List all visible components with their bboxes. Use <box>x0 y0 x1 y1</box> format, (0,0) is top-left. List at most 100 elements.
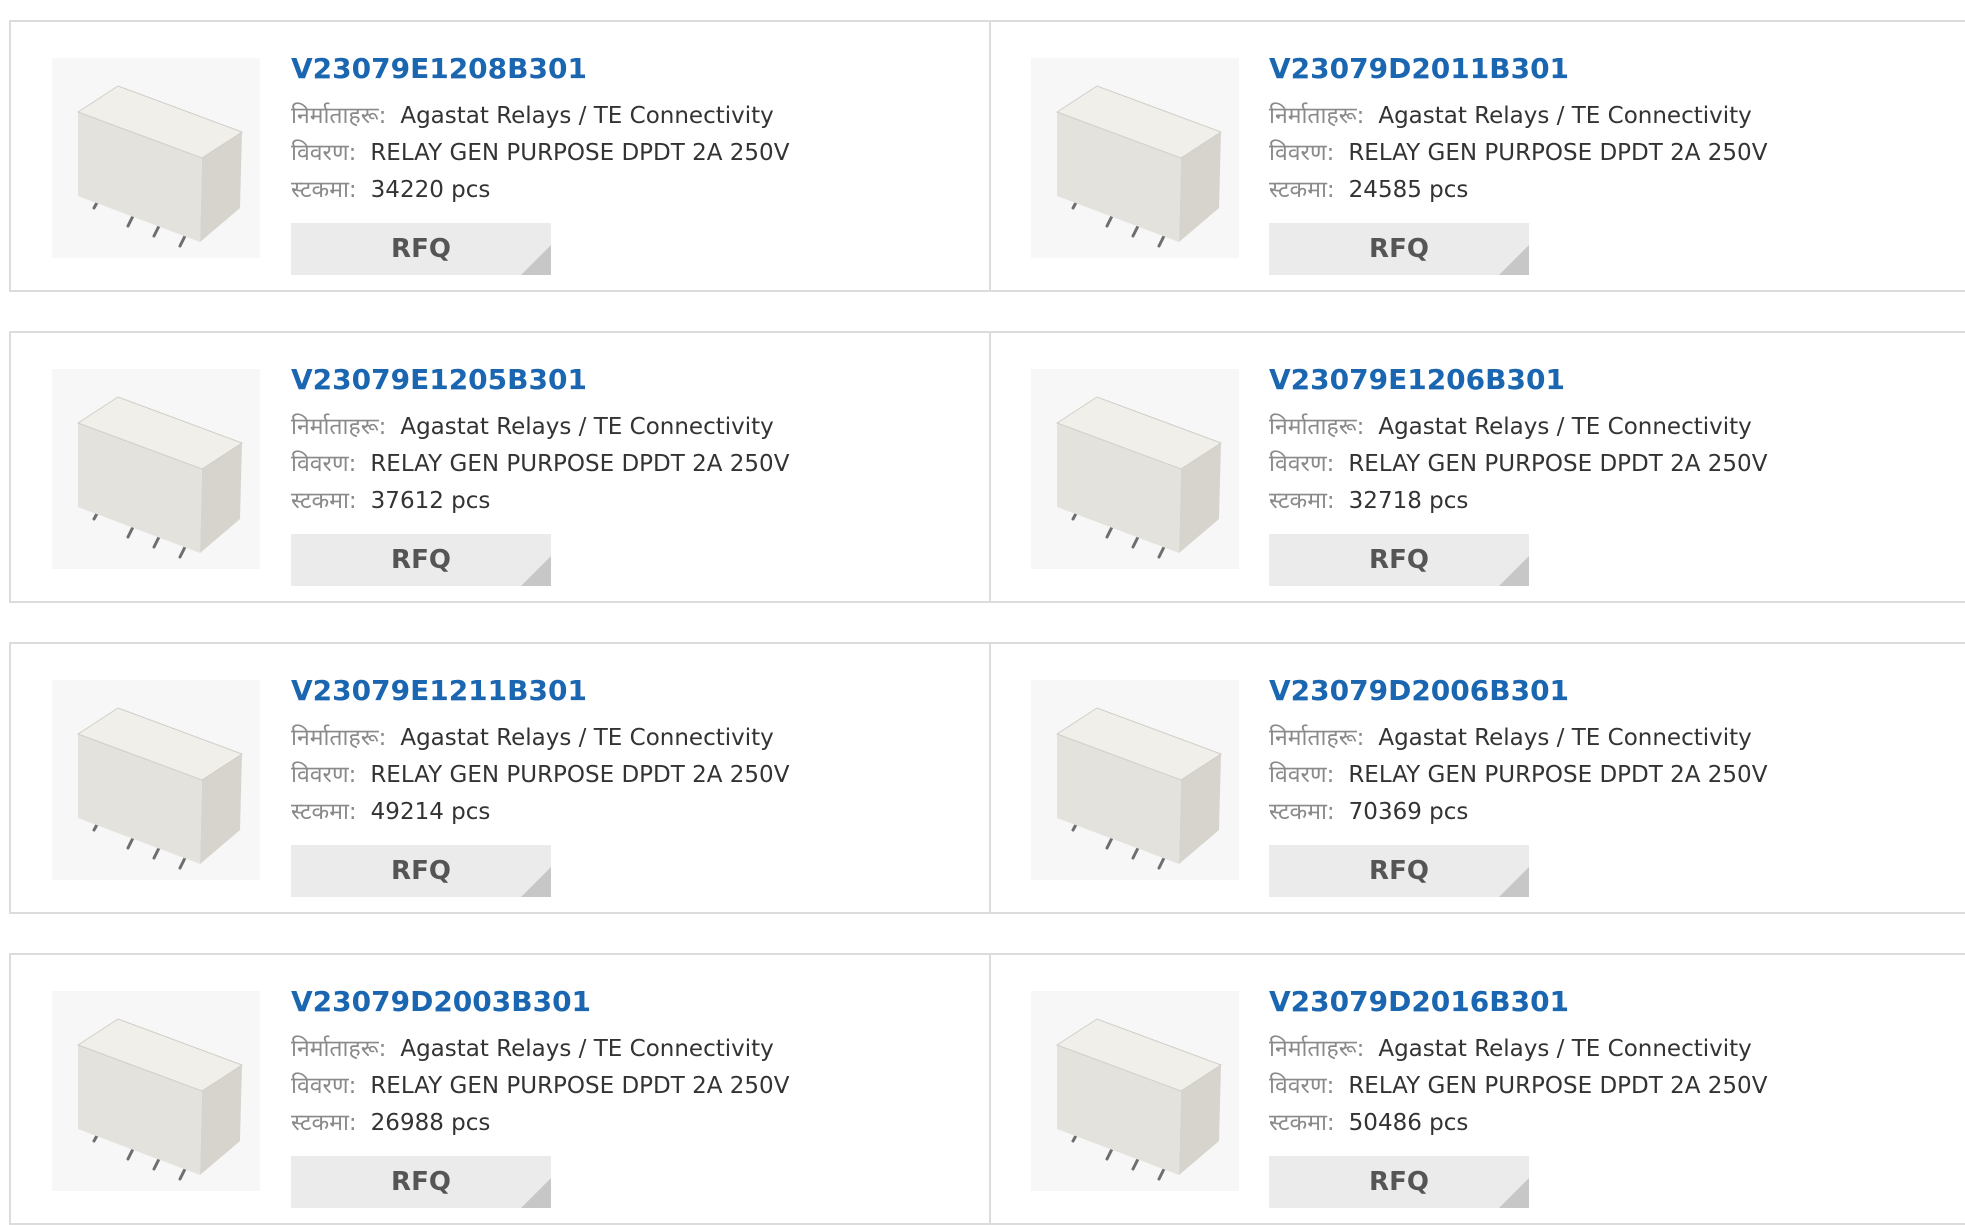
product-row: V23079E1205B301 निर्माताहरू: Agastat Rela… <box>9 331 1965 603</box>
rfq-button[interactable]: RFQ <box>291 1156 551 1208</box>
description-value: RELAY GEN PURPOSE DPDT 2A 250V <box>1348 762 1768 788</box>
manufacturer-label: निर्माताहरू: <box>1269 414 1365 440</box>
description-label: विवरण: <box>1269 1073 1335 1099</box>
description-value: RELAY GEN PURPOSE DPDT 2A 250V <box>370 451 790 477</box>
stock-label: स्टकमा: <box>1269 488 1335 514</box>
description-label: विवरण: <box>291 762 357 788</box>
stock-row: स्टकमा: 34220 pcs <box>291 172 971 209</box>
stock-label: स्टकमा: <box>291 1110 357 1136</box>
stock-value: 26988 pcs <box>370 1110 491 1136</box>
manufacturer-row: निर्माताहरू: Agastat Relays / TE Connecti… <box>291 409 971 446</box>
product-image[interactable] <box>52 58 260 258</box>
stock-value: 49214 pcs <box>370 799 491 825</box>
description-row: विवरण: RELAY GEN PURPOSE DPDT 2A 250V <box>291 135 971 172</box>
product-row: V23079E1211B301 निर्माताहरू: Agastat Rela… <box>9 642 1965 914</box>
stock-value: 50486 pcs <box>1348 1110 1469 1136</box>
stock-label: स्टकमा: <box>291 488 357 514</box>
rfq-button[interactable]: RFQ <box>1269 1156 1529 1208</box>
rfq-button[interactable]: RFQ <box>1269 845 1529 897</box>
relay-image <box>52 680 260 880</box>
rfq-label: RFQ <box>1369 545 1429 575</box>
part-number-link[interactable]: V23079E1211B301 <box>291 674 971 708</box>
corner-decoration <box>1499 1178 1529 1208</box>
manufacturer-label: निर्माताहरू: <box>291 103 387 129</box>
description-row: विवरण: RELAY GEN PURPOSE DPDT 2A 250V <box>291 446 971 483</box>
stock-value: 24585 pcs <box>1348 177 1469 203</box>
rfq-button[interactable]: RFQ <box>291 845 551 897</box>
manufacturer-value: Agastat Relays / TE Connectivity <box>1378 725 1752 751</box>
part-number-link[interactable]: V23079E1206B301 <box>1269 363 1949 397</box>
description-label: विवरण: <box>291 451 357 477</box>
manufacturer-value: Agastat Relays / TE Connectivity <box>1378 103 1752 129</box>
product-image[interactable] <box>1031 680 1239 880</box>
product-image[interactable] <box>52 680 260 880</box>
part-number-link[interactable]: V23079D2006B301 <box>1269 674 1949 708</box>
corner-decoration <box>521 245 551 275</box>
stock-value: 70369 pcs <box>1348 799 1469 825</box>
corner-decoration <box>1499 245 1529 275</box>
product-row: V23079D2003B301 निर्माताहरू: Agastat Rela… <box>9 953 1965 1225</box>
manufacturer-row: निर्माताहरू: Agastat Relays / TE Connecti… <box>1269 409 1949 446</box>
stock-row: स्टकमा: 49214 pcs <box>291 794 971 831</box>
description-row: विवरण: RELAY GEN PURPOSE DPDT 2A 250V <box>1269 446 1949 483</box>
manufacturer-label: निर्माताहरू: <box>1269 725 1365 751</box>
manufacturer-value: Agastat Relays / TE Connectivity <box>400 1036 774 1062</box>
rfq-button[interactable]: RFQ <box>291 534 551 586</box>
manufacturer-row: निर्माताहरू: Agastat Relays / TE Connecti… <box>291 98 971 135</box>
manufacturer-label: निर्माताहरू: <box>291 725 387 751</box>
stock-row: स्टकमा: 70369 pcs <box>1269 794 1949 831</box>
rfq-button[interactable]: RFQ <box>1269 223 1529 275</box>
description-value: RELAY GEN PURPOSE DPDT 2A 250V <box>1348 451 1768 477</box>
rfq-label: RFQ <box>1369 856 1429 886</box>
corner-decoration <box>521 1178 551 1208</box>
part-number-link[interactable]: V23079E1205B301 <box>291 363 971 397</box>
rfq-label: RFQ <box>391 234 451 264</box>
description-row: विवरण: RELAY GEN PURPOSE DPDT 2A 250V <box>1269 1068 1949 1105</box>
manufacturer-label: निर्माताहरू: <box>291 414 387 440</box>
product-image[interactable] <box>52 991 260 1191</box>
stock-label: स्टकमा: <box>1269 1110 1335 1136</box>
stock-value: 32718 pcs <box>1348 488 1469 514</box>
manufacturer-row: निर्माताहरू: Agastat Relays / TE Connecti… <box>291 720 971 757</box>
part-number-link[interactable]: V23079D2011B301 <box>1269 52 1949 86</box>
description-value: RELAY GEN PURPOSE DPDT 2A 250V <box>370 140 790 166</box>
description-value: RELAY GEN PURPOSE DPDT 2A 250V <box>370 1073 790 1099</box>
product-image[interactable] <box>1031 991 1239 1191</box>
stock-row: स्टकमा: 24585 pcs <box>1269 172 1949 209</box>
product-image[interactable] <box>52 369 260 569</box>
rfq-label: RFQ <box>391 545 451 575</box>
rfq-button[interactable]: RFQ <box>1269 534 1529 586</box>
relay-image <box>52 369 260 569</box>
description-label: विवरण: <box>291 1073 357 1099</box>
manufacturer-row: निर्माताहरू: Agastat Relays / TE Connecti… <box>1269 98 1949 135</box>
relay-image <box>1031 991 1239 1191</box>
manufacturer-value: Agastat Relays / TE Connectivity <box>1378 414 1752 440</box>
rfq-label: RFQ <box>391 1167 451 1197</box>
product-card: V23079D2003B301 निर्माताहरू: Agastat Rela… <box>11 955 989 1223</box>
product-card: V23079E1206B301 निर्माताहरू: Agastat Rela… <box>989 333 1965 601</box>
manufacturer-value: Agastat Relays / TE Connectivity <box>400 414 774 440</box>
description-row: विवरण: RELAY GEN PURPOSE DPDT 2A 250V <box>291 757 971 794</box>
rfq-label: RFQ <box>391 856 451 886</box>
description-label: विवरण: <box>291 140 357 166</box>
product-card: V23079D2006B301 निर्माताहरू: Agastat Rela… <box>989 644 1965 912</box>
part-number-link[interactable]: V23079D2016B301 <box>1269 985 1949 1019</box>
description-value: RELAY GEN PURPOSE DPDT 2A 250V <box>370 762 790 788</box>
part-number-link[interactable]: V23079E1208B301 <box>291 52 971 86</box>
relay-image <box>1031 369 1239 569</box>
product-image[interactable] <box>1031 58 1239 258</box>
stock-row: स्टकमा: 26988 pcs <box>291 1105 971 1142</box>
corner-decoration <box>1499 556 1529 586</box>
description-value: RELAY GEN PURPOSE DPDT 2A 250V <box>1348 140 1768 166</box>
relay-image <box>1031 680 1239 880</box>
product-image[interactable] <box>1031 369 1239 569</box>
rfq-label: RFQ <box>1369 1167 1429 1197</box>
manufacturer-value: Agastat Relays / TE Connectivity <box>1378 1036 1752 1062</box>
rfq-label: RFQ <box>1369 234 1429 264</box>
corner-decoration <box>521 556 551 586</box>
rfq-button[interactable]: RFQ <box>291 223 551 275</box>
stock-row: स्टकमा: 50486 pcs <box>1269 1105 1949 1142</box>
stock-label: स्टकमा: <box>291 799 357 825</box>
part-number-link[interactable]: V23079D2003B301 <box>291 985 971 1019</box>
description-label: विवरण: <box>1269 140 1335 166</box>
